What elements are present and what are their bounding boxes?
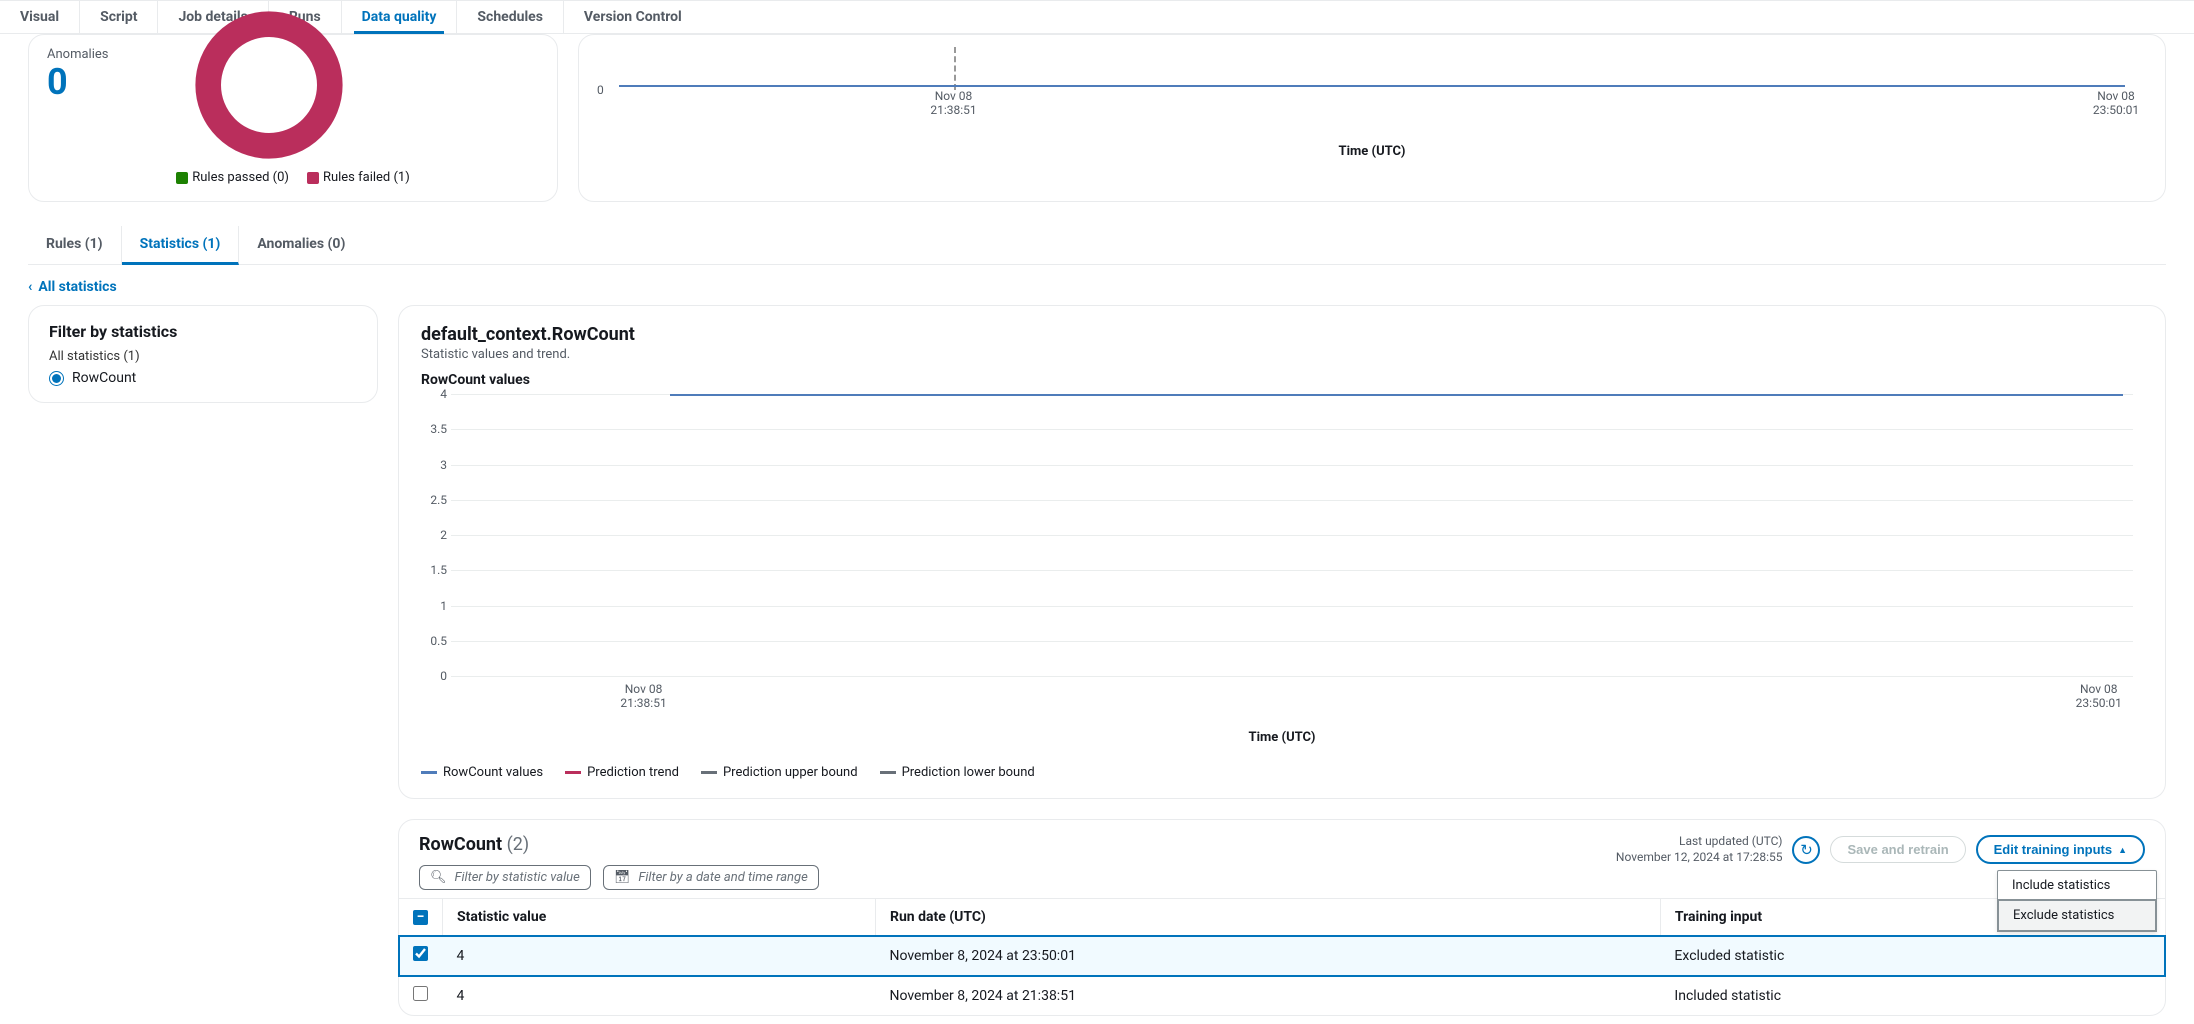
time-marker-line xyxy=(954,47,956,90)
cell-run-date: November 8, 2024 at 23:50:01 xyxy=(875,936,1660,976)
rowcount-table-card: RowCount (2) 🔍︎ Filter by statistic valu… xyxy=(398,819,2166,1016)
dropdown-include-statistics[interactable]: Include statistics xyxy=(1998,871,2156,900)
refresh-icon: ↻ xyxy=(1800,841,1813,859)
filter-panel-title: Filter by statistics xyxy=(49,322,357,341)
edit-training-inputs-button[interactable]: Edit training inputs ▲ xyxy=(1976,835,2145,864)
legend-prediction-lower: Prediction lower bound xyxy=(880,765,1035,780)
cell-statistic-value: 4 xyxy=(443,936,876,976)
legend-prediction-upper: Prediction upper bound xyxy=(701,765,858,780)
table-row[interactable]: 4 November 8, 2024 at 23:50:01 Excluded … xyxy=(399,936,2165,976)
filter-radio-rowcount[interactable]: RowCount xyxy=(49,370,357,386)
save-retrain-button[interactable]: Save and retrain xyxy=(1830,836,1965,863)
breadcrumb[interactable]: ‹ All statistics xyxy=(0,265,2194,305)
table-row[interactable]: 4 November 8, 2024 at 21:38:51 Included … xyxy=(399,976,2165,1016)
cell-run-date: November 8, 2024 at 21:38:51 xyxy=(875,976,1660,1016)
chevron-left-icon: ‹ xyxy=(28,279,32,295)
tab-visual[interactable]: Visual xyxy=(0,1,80,33)
filter-all-label: All statistics (1) xyxy=(49,349,357,364)
detail-title: default_context.RowCount xyxy=(421,324,2143,345)
detail-subtitle: Statistic values and trend. xyxy=(421,347,2143,362)
donut-legend: Rules passed (0) Rules failed (1) xyxy=(47,170,539,185)
legend-rules-passed: Rules passed (0) xyxy=(176,170,289,185)
legend-rowcount-values: RowCount values xyxy=(421,765,543,780)
summary-row: Anomalies 0 Rules passed (0) Rules faile… xyxy=(0,34,2194,202)
search-icon: 🔍︎ xyxy=(430,870,447,885)
select-all-checkbox-header[interactable]: − xyxy=(399,899,443,936)
rowcount-chart: 00.511.522.533.54 Nov 0821:38:51 Nov 082… xyxy=(421,394,2133,694)
row-checkbox[interactable] xyxy=(413,946,428,961)
col-statistic-value[interactable]: Statistic value xyxy=(443,899,876,936)
cell-statistic-value: 4 xyxy=(443,976,876,1016)
y-zero-label: 0 xyxy=(597,83,604,97)
anomalies-card: Anomalies 0 Rules passed (0) Rules faile… xyxy=(28,34,558,202)
filter-statistic-value-input[interactable]: 🔍︎ Filter by statistic value xyxy=(419,865,591,890)
col-run-date[interactable]: Run date (UTC) xyxy=(875,899,1660,936)
sub-tabs: Rules (1) Statistics (1) Anomalies (0) xyxy=(28,226,2166,265)
indeterminate-checkbox-icon: − xyxy=(413,910,428,925)
edit-training-dropdown: Include statistics Exclude statistics xyxy=(1997,870,2157,932)
subtab-statistics[interactable]: Statistics (1) xyxy=(122,226,240,265)
breadcrumb-label: All statistics xyxy=(38,279,116,295)
legend-rules-failed: Rules failed (1) xyxy=(307,170,410,185)
chart-legend: RowCount values Prediction trend Predict… xyxy=(421,765,2143,780)
time-chart-card: 0 Nov 08 21:38:51 Nov 08 23:50:01 Time (… xyxy=(578,34,2166,202)
time-tick-2: Nov 08 23:50:01 xyxy=(2093,89,2139,117)
dropdown-exclude-statistics[interactable]: Exclude statistics xyxy=(1997,899,2157,932)
chart-title: RowCount values xyxy=(421,372,2143,388)
table-title: RowCount (2) xyxy=(419,834,529,855)
time-chart-xlabel: Time (UTC) xyxy=(597,144,2147,159)
time-tick-1: Nov 08 21:38:51 xyxy=(930,89,976,117)
cell-training-input: Excluded statistic xyxy=(1660,936,2165,976)
tab-version-control[interactable]: Version Control xyxy=(564,1,702,33)
tab-schedules[interactable]: Schedules xyxy=(457,1,564,33)
triangle-up-icon: ▲ xyxy=(2118,845,2127,855)
rowcount-table: − Statistic value Run date (UTC) Trainin… xyxy=(399,898,2165,1015)
rules-donut-chart xyxy=(189,5,349,165)
detail-panel: default_context.RowCount Statistic value… xyxy=(398,305,2166,799)
legend-prediction-trend: Prediction trend xyxy=(565,765,679,780)
cell-training-input: Included statistic xyxy=(1660,976,2165,1016)
chart-xtick-2: Nov 0823:50:01 xyxy=(2076,682,2122,710)
chart-xtick-1: Nov 0821:38:51 xyxy=(620,682,666,710)
refresh-button[interactable]: ↻ xyxy=(1792,836,1820,864)
tab-script[interactable]: Script xyxy=(80,1,158,33)
row-checkbox[interactable] xyxy=(413,986,428,1001)
last-updated: Last updated (UTC) November 12, 2024 at … xyxy=(1616,834,1783,865)
filter-radio-input[interactable] xyxy=(49,371,64,386)
filter-date-range-input[interactable]: 📅︎ Filter by a date and time range xyxy=(603,865,819,890)
chart-xlabel: Time (UTC) xyxy=(421,730,2143,745)
subtab-rules[interactable]: Rules (1) xyxy=(28,226,122,264)
calendar-icon: 📅︎ xyxy=(614,870,631,885)
subtab-anomalies[interactable]: Anomalies (0) xyxy=(239,226,363,264)
tab-data-quality[interactable]: Data quality xyxy=(342,1,458,33)
filter-panel: Filter by statistics All statistics (1) … xyxy=(28,305,378,403)
